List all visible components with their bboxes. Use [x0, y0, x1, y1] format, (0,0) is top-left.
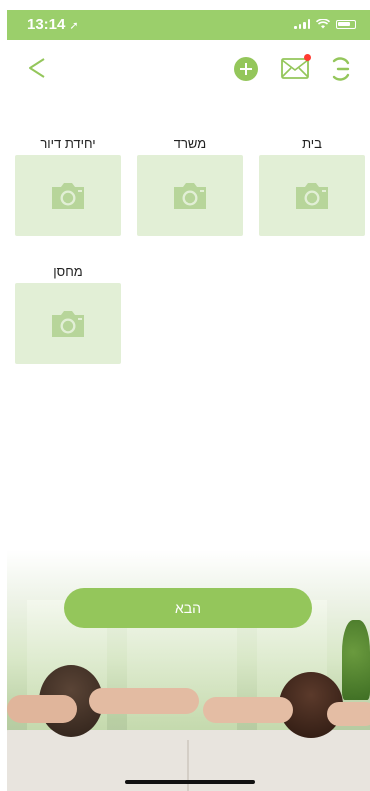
back-arrow-icon[interactable] [25, 56, 49, 80]
app-header [7, 40, 370, 96]
tile-housing-unit[interactable]: יחידת דיור [15, 133, 121, 236]
wifi-icon [316, 19, 330, 29]
person-arm [327, 702, 370, 726]
tile-image[interactable] [15, 283, 121, 364]
plus-icon [240, 63, 252, 75]
tile-office[interactable]: משרד [137, 133, 243, 236]
status-icons [294, 19, 356, 29]
menu-icon[interactable] [328, 56, 354, 82]
battery-icon [336, 19, 356, 29]
status-time: 13:14 ➚ [27, 16, 79, 33]
phone-screen: 13:14 ➚ בית משרד יחידת דיור מחסן הבא [7, 0, 370, 791]
status-bar: 13:14 ➚ [7, 10, 370, 40]
signal-icon [294, 19, 310, 29]
person-arm [89, 688, 199, 714]
person-arm [7, 695, 77, 723]
tile-image[interactable] [137, 155, 243, 236]
person-arm [203, 697, 293, 723]
plant [342, 620, 370, 700]
tile-label: משרד [173, 136, 207, 151]
camera-icon [52, 310, 84, 337]
background-photo [7, 550, 370, 791]
tile-home[interactable]: בית [259, 133, 365, 236]
home-indicator [125, 780, 255, 784]
location-icon: ➚ [69, 20, 79, 32]
add-button[interactable] [234, 57, 258, 81]
tile-image[interactable] [15, 155, 121, 236]
property-type-grid: בית משרד יחידת דיור מחסן [7, 95, 370, 575]
next-button[interactable]: הבא [64, 588, 312, 628]
camera-icon [296, 182, 328, 209]
tile-label: בית [302, 136, 322, 151]
tile-label: יחידת דיור [40, 136, 96, 151]
camera-icon [52, 182, 84, 209]
notification-dot [304, 54, 311, 61]
tile-image[interactable] [259, 155, 365, 236]
camera-icon [174, 182, 206, 209]
tile-storage[interactable]: מחסן [15, 261, 121, 364]
tile-label: מחסן [53, 264, 83, 279]
